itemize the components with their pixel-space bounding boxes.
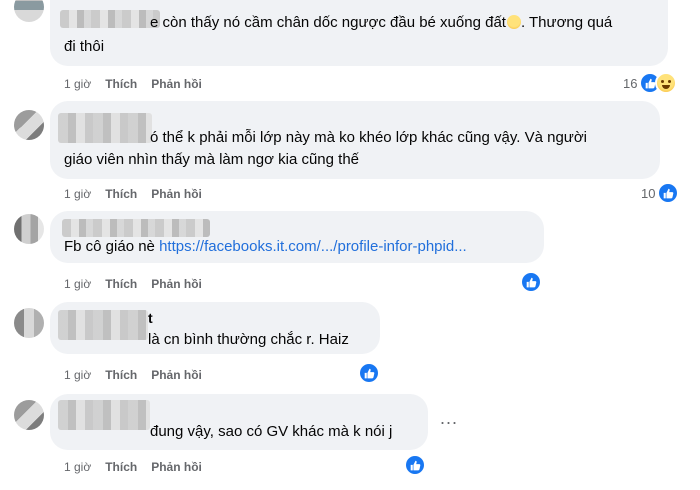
comment-time[interactable]: 1 giờ [64, 459, 91, 475]
reaction-summary[interactable]: 10 [641, 182, 680, 204]
comment-link[interactable]: https://facebooks.it.com/.../profile-inf… [159, 238, 467, 255]
like-button[interactable]: Thích [105, 367, 137, 383]
reply-button[interactable]: Phản hồi [151, 459, 202, 475]
avatar[interactable] [14, 0, 44, 22]
commenter-name[interactable] [58, 400, 150, 430]
reaction-count: 16 [623, 75, 638, 91]
commenter-name[interactable] [60, 10, 160, 28]
comment-actions: 1 giờ Thích Phản hồi [64, 459, 202, 475]
comment-actions: 1 giờ Thích Phản hồi [64, 276, 202, 292]
like-icon [358, 362, 380, 384]
reply-button[interactable]: Phản hồi [151, 76, 202, 92]
reply-button[interactable]: Phản hồi [151, 276, 202, 292]
avatar[interactable] [14, 308, 44, 338]
sad-emoji-icon [506, 15, 521, 29]
comment-bubble: e còn thấy nó cầm chân dốc ngược đầu bé … [50, 0, 668, 66]
comment-bubble: t là cn bình thường chắc r. Haiz [50, 302, 380, 354]
like-icon [404, 454, 426, 476]
comment-time[interactable]: 1 giờ [64, 367, 91, 383]
comment-actions: 1 giờ Thích Phản hồi [64, 186, 202, 202]
commenter-name-suffix: t [148, 310, 153, 326]
comment-bubble: đung vậy, sao có GV khác mà k nói j [50, 394, 428, 450]
reply-button[interactable]: Phản hồi [151, 186, 202, 202]
reaction-summary[interactable] [358, 362, 380, 384]
comment-actions: 1 giờ Thích Phản hồi [64, 367, 202, 383]
like-button[interactable]: Thích [105, 276, 137, 292]
haha-icon [655, 72, 678, 94]
comment-time[interactable]: 1 giờ [64, 276, 91, 292]
comment-bubble: ó thể k phải mỗi lớp này mà ko khéo lớp … [50, 101, 660, 179]
comment-text-line-1: ó thể k phải mỗi lớp này mà ko khéo lớp … [150, 129, 587, 146]
commenter-name[interactable] [58, 310, 148, 340]
comment-text-line-1: Fb cô giáo nè https://facebooks.it.com/.… [64, 236, 467, 258]
commenter-name[interactable] [58, 113, 152, 143]
avatar[interactable] [14, 110, 44, 140]
comment-bubble: Fb cô giáo nè https://facebooks.it.com/.… [50, 211, 544, 263]
avatar[interactable] [14, 214, 44, 244]
commenter-name[interactable] [62, 219, 210, 237]
comment-actions: 1 giờ Thích Phản hồi [64, 76, 202, 92]
like-button[interactable]: Thích [105, 459, 137, 475]
comment-text-prefix: Fb cô giáo nè [64, 238, 160, 255]
like-button[interactable]: Thích [105, 186, 137, 202]
like-icon [657, 182, 680, 204]
like-icon [520, 271, 542, 293]
comment-text-line-2: giáo viên nhìn thấy mà làm ngơ kia cũng … [64, 151, 360, 168]
comment-text-line-1: là cn bình thường chắc r. Haiz [148, 331, 349, 348]
avatar[interactable] [14, 400, 44, 430]
comment-time[interactable]: 1 giờ [64, 186, 91, 202]
comment-time[interactable]: 1 giờ [64, 76, 91, 92]
comment-text-line-2: đi thôi [64, 38, 105, 55]
comment-text-line-1: e còn thấy nó cầm chân dốc ngược đầu bé … [150, 14, 613, 31]
reaction-summary[interactable]: 16 [623, 72, 678, 94]
reaction-count: 10 [641, 185, 656, 201]
more-options-icon[interactable]: ... [440, 408, 458, 429]
reaction-summary[interactable] [520, 271, 542, 293]
reply-button[interactable]: Phản hồi [151, 367, 202, 383]
comment-text-line-1: đung vậy, sao có GV khác mà k nói j [150, 423, 393, 440]
like-button[interactable]: Thích [105, 76, 137, 92]
reaction-summary[interactable] [404, 454, 426, 476]
